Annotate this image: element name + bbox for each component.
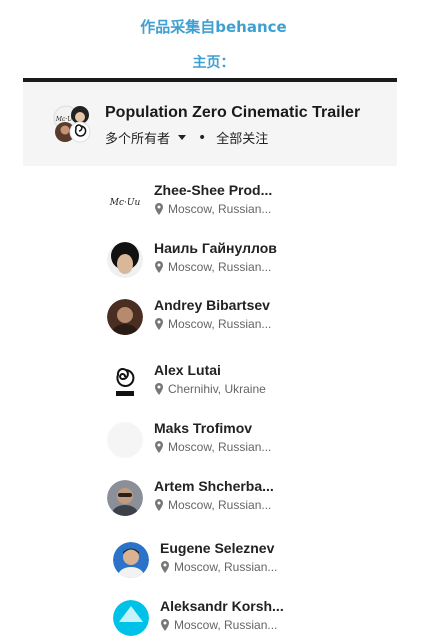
member-name[interactable]: Andrey Bibartsev	[154, 297, 270, 313]
owners-row: 多个所有者 • 全部关注	[105, 128, 268, 148]
member-location: Moscow, Russian...	[154, 317, 271, 331]
chevron-down-icon[interactable]	[178, 135, 187, 140]
member-name[interactable]: Artem Shcherba...	[154, 478, 274, 494]
member-location: Chernihiv, Ukraine	[154, 382, 266, 396]
member-name[interactable]: Eugene Seleznev	[160, 540, 274, 556]
location-pin-icon	[155, 383, 163, 395]
member-name[interactable]: Alex Lutai	[154, 362, 221, 378]
mcgu-logo-avatar-icon[interactable]: Mc·Uu	[107, 184, 143, 220]
location-pin-icon	[155, 441, 163, 453]
blank-avatar-icon[interactable]	[107, 422, 143, 458]
member-location: Moscow, Russian...	[154, 440, 271, 454]
project-header: Mc·Uu Population Zero Cinematic Trailer …	[23, 82, 397, 166]
list-item[interactable]: Alex Lutai Chernihiv, Ukraine	[107, 362, 307, 402]
source-credit[interactable]: 作品采集自behance	[0, 16, 427, 37]
member-location: Moscow, Russian...	[160, 618, 277, 632]
owners-dropdown-label[interactable]: 多个所有者	[105, 128, 170, 147]
list-item[interactable]: Наиль Гайнуллов Moscow, Russian...	[107, 240, 307, 280]
list-item[interactable]: Maks Trofimov Moscow, Russian...	[107, 420, 307, 460]
list-item[interactable]: Artem Shcherba... Moscow, Russian...	[107, 478, 307, 518]
location-pin-icon	[155, 499, 163, 511]
list-item[interactable]: Aleksandr Korsh... Moscow, Russian...	[113, 598, 313, 638]
separator-dot: •	[198, 129, 207, 146]
member-name[interactable]: Aleksandr Korsh...	[160, 598, 284, 614]
member-location: Moscow, Russian...	[160, 560, 277, 574]
list-item[interactable]: Eugene Seleznev Moscow, Russian...	[113, 540, 313, 580]
member-location: Moscow, Russian...	[154, 260, 271, 274]
project-title[interactable]: Population Zero Cinematic Trailer	[105, 104, 360, 122]
owners-avatar-stack-icon[interactable]: Mc·Uu	[53, 105, 91, 143]
location-pin-icon	[155, 203, 163, 215]
svg-text:Mc·Uu: Mc·Uu	[109, 198, 141, 208]
spiral-logo-avatar-icon[interactable]	[107, 364, 143, 400]
portrait-avatar-icon[interactable]	[107, 480, 143, 516]
member-location: Moscow, Russian...	[154, 498, 271, 512]
curly-hair-avatar-icon[interactable]	[107, 242, 143, 278]
cyan-shape-avatar-icon[interactable]	[113, 600, 149, 636]
follow-all-button[interactable]: 全部关注	[216, 128, 268, 147]
location-pin-icon	[155, 318, 163, 330]
list-item[interactable]: Mc·Uu Zhee-Shee Prod... Moscow, Russian.…	[107, 182, 307, 222]
member-name[interactable]: Zhee-Shee Prod...	[154, 182, 272, 198]
member-name[interactable]: Наиль Гайнуллов	[154, 240, 277, 256]
member-location: Moscow, Russian...	[154, 202, 271, 216]
portrait-avatar-icon[interactable]	[113, 542, 149, 578]
portrait-avatar-icon[interactable]	[107, 299, 143, 335]
location-pin-icon	[161, 561, 169, 573]
location-pin-icon	[161, 619, 169, 631]
home-label[interactable]: 主页：	[0, 52, 427, 72]
member-name[interactable]: Maks Trofimov	[154, 420, 252, 436]
location-pin-icon	[155, 261, 163, 273]
list-item[interactable]: Andrey Bibartsev Moscow, Russian...	[107, 297, 307, 337]
